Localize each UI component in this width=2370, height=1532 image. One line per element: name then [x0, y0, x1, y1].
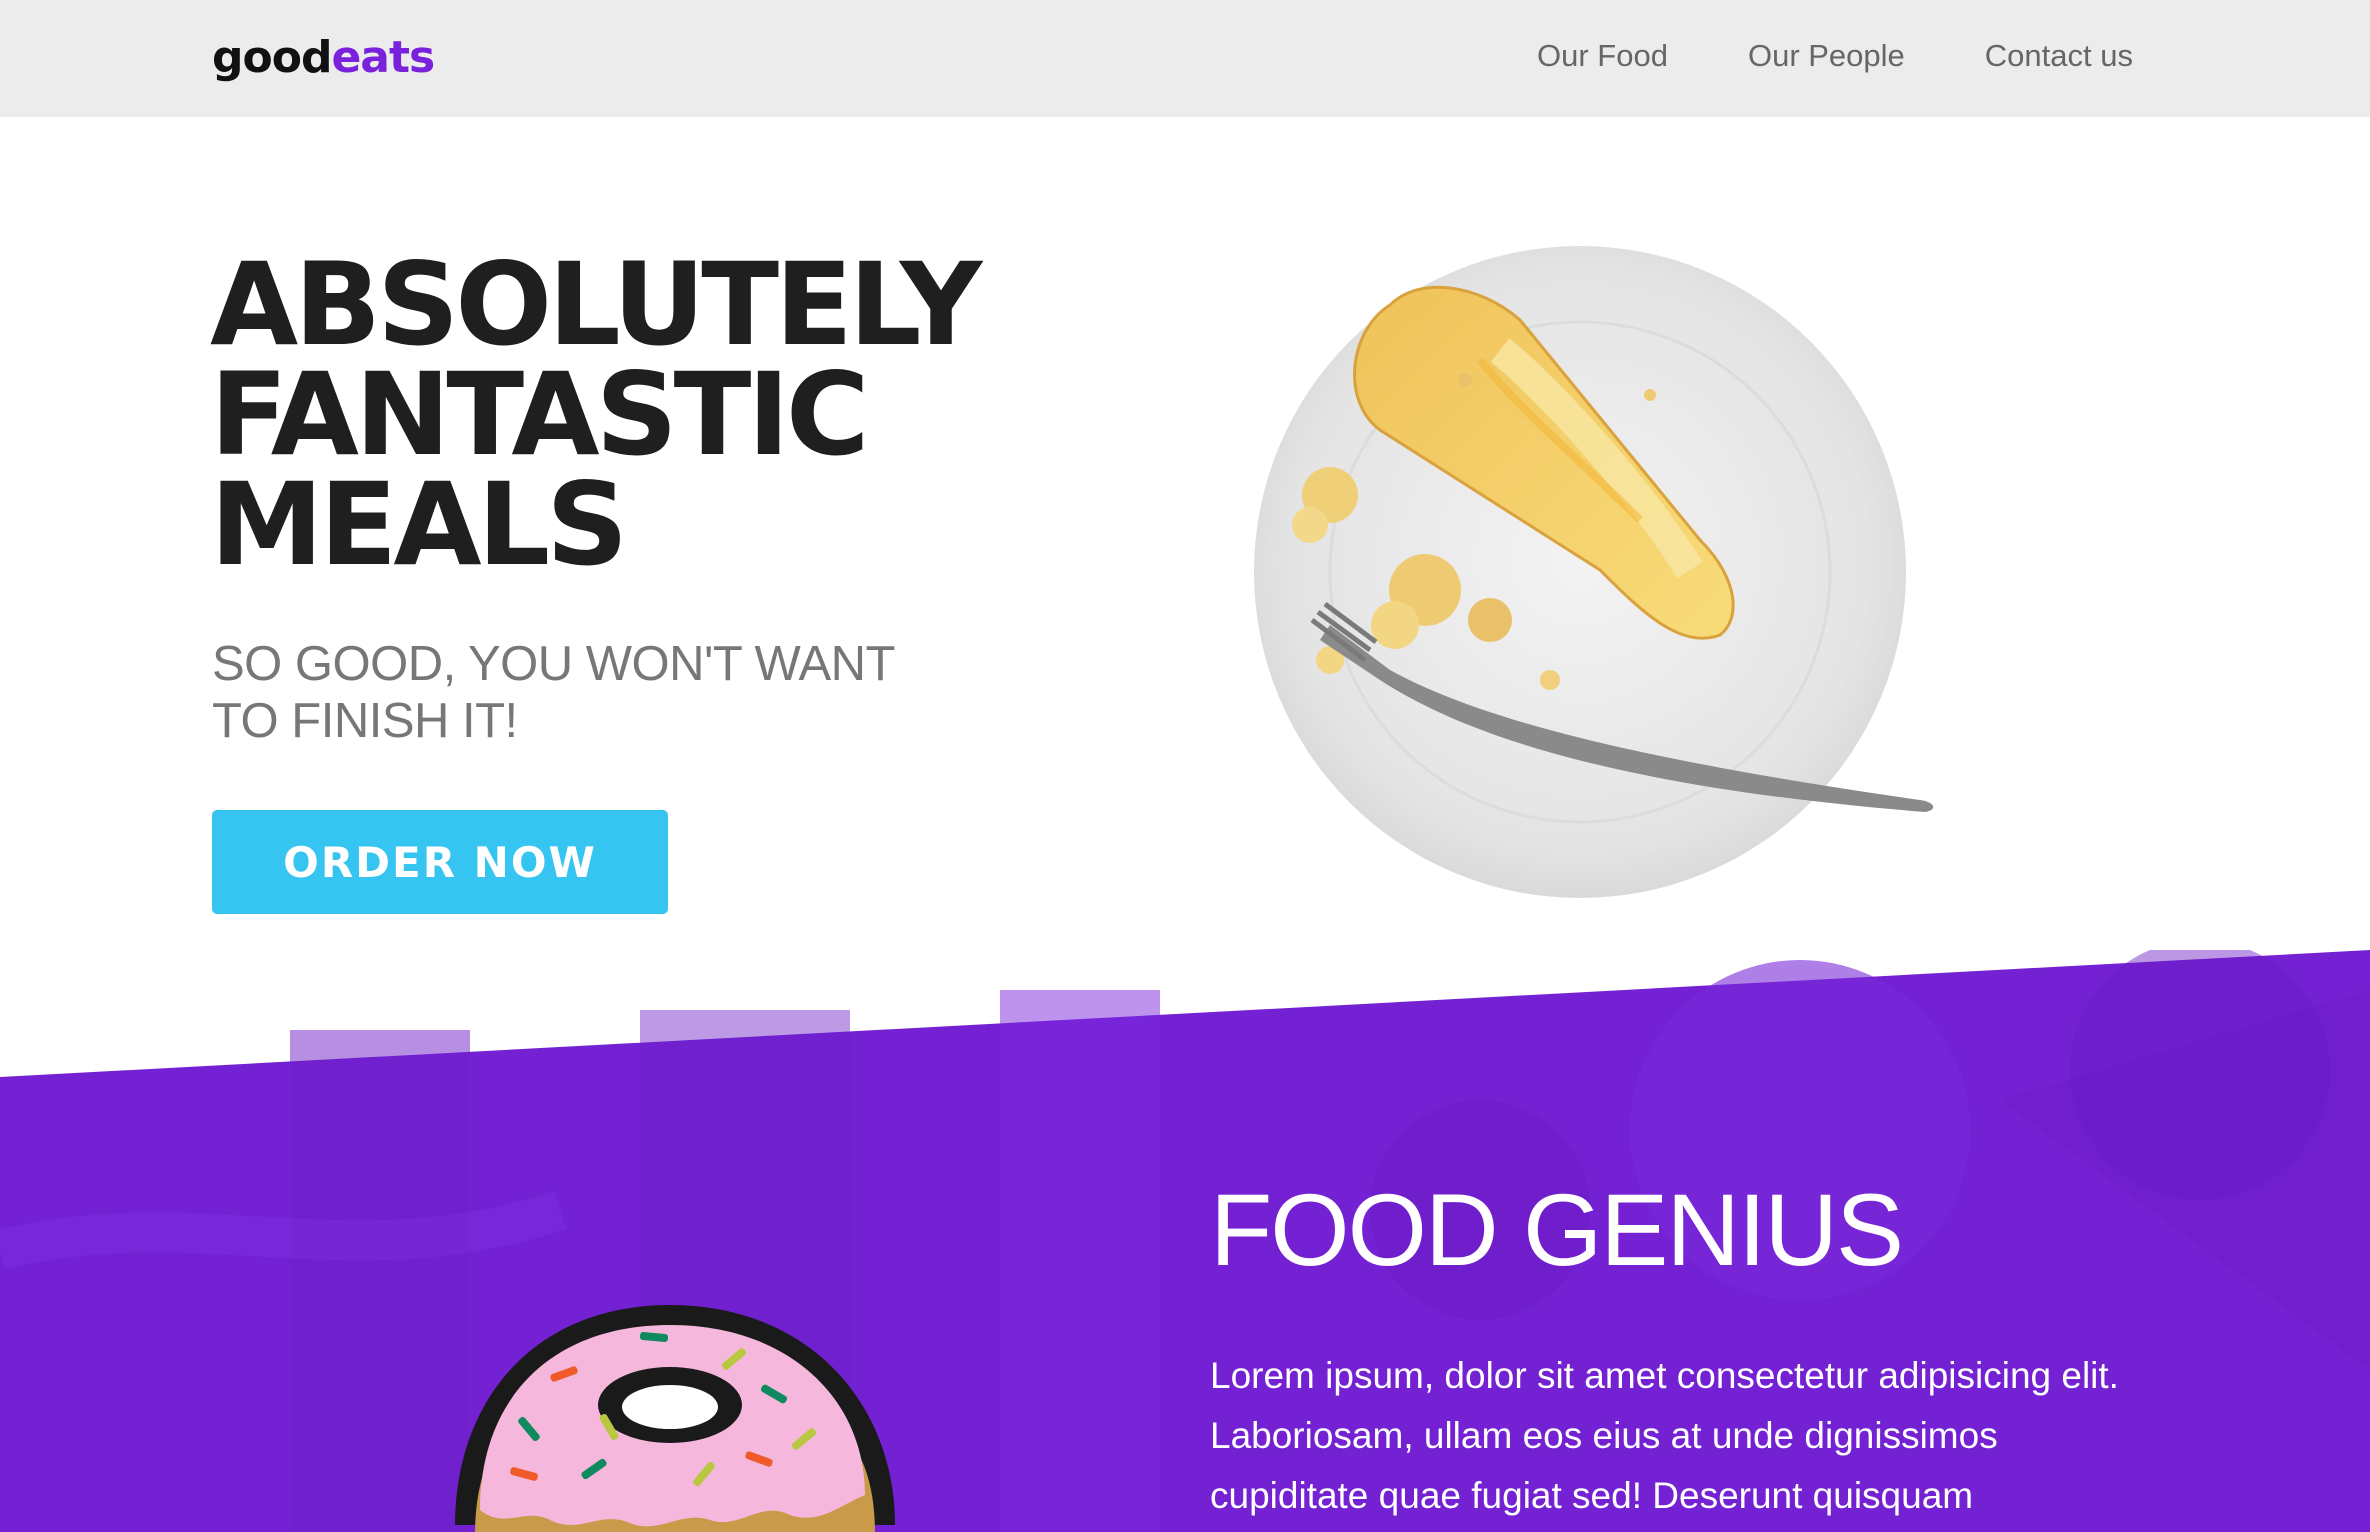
logo-eats: eats: [331, 32, 435, 83]
cheesecake-plate-image: [1254, 246, 1934, 898]
order-now-button[interactable]: ORDER NOW: [212, 810, 668, 914]
nav-link-our-people[interactable]: Our People: [1748, 36, 1905, 76]
nav-link-contact-us[interactable]: Contact us: [1985, 36, 2133, 76]
hero-subtitle: SO GOOD, YOU WON'T WANT TO FINISH IT!: [212, 637, 895, 748]
hero-title: ABSOLUTELY FANTASTIC MEALS: [210, 238, 1090, 591]
navbar: goodeats Our Food Our People Contact us: [0, 0, 2370, 117]
logo-good: good: [212, 32, 332, 83]
hero-title-line: ABSOLUTELY: [210, 238, 982, 371]
hero-title-line: MEALS: [210, 458, 628, 591]
nav-links: Our Food Our People Contact us: [1537, 36, 2133, 76]
nav-link-our-food[interactable]: Our Food: [1537, 36, 1668, 76]
food-genius-text: Lorem ipsum, dolor sit amet consectetur …: [1210, 1355, 2119, 1516]
logo[interactable]: goodeats: [212, 30, 435, 86]
hero-title-line: FANTASTIC: [210, 348, 870, 481]
donut-icon: [455, 1305, 895, 1532]
food-genius-title: FOOD GENIUS: [1210, 1173, 1904, 1287]
